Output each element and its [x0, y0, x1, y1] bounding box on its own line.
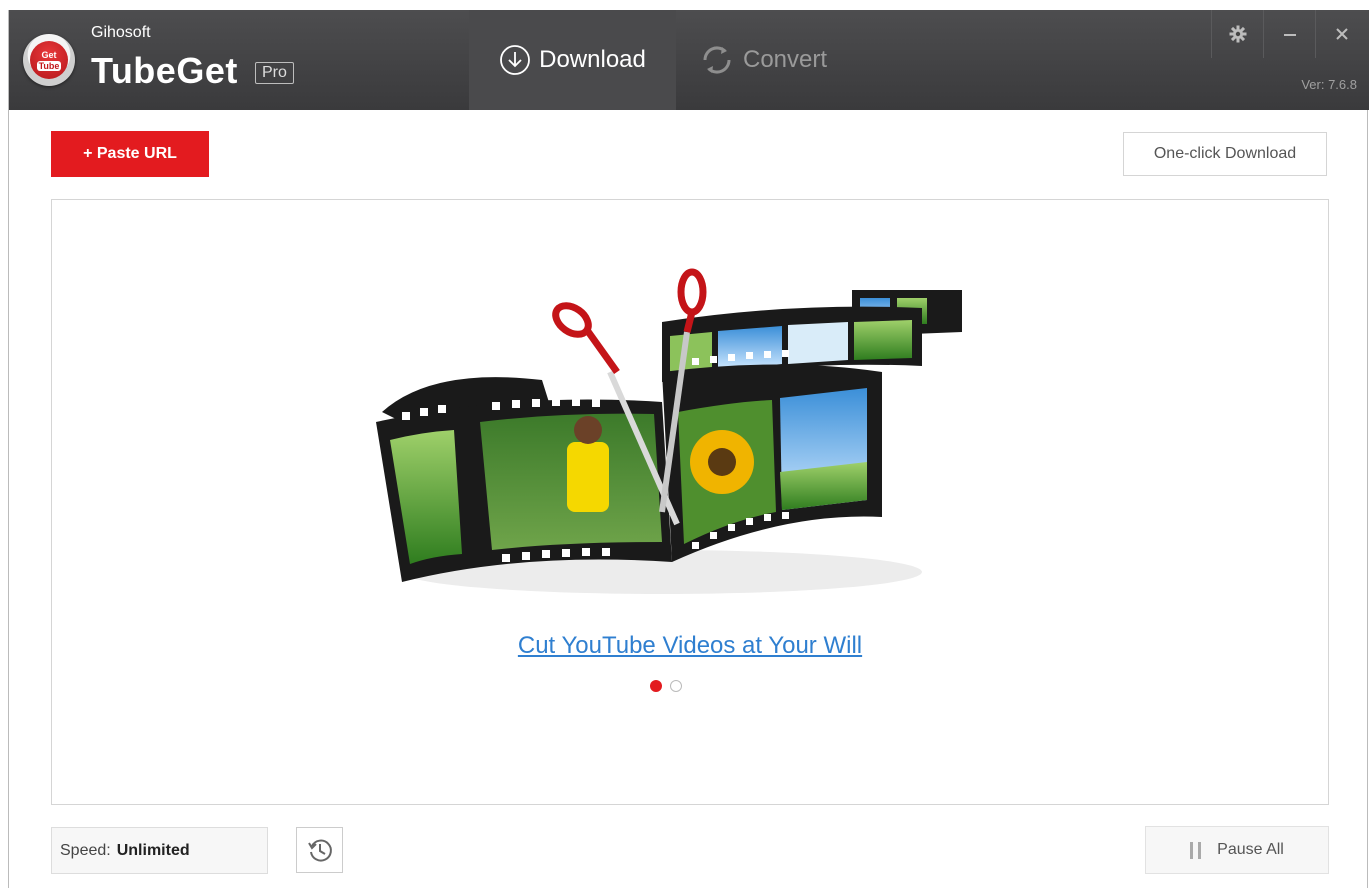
version-label: Ver: 7.6.8 [1301, 77, 1357, 92]
banner-caption: Cut YouTube Videos at Your Will [52, 632, 1328, 660]
carousel-dots [650, 680, 682, 692]
logo-text-tube: Tube [36, 60, 62, 71]
speed-value: Unlimited [116, 841, 190, 859]
speed-label: Speed: [60, 841, 111, 859]
convert-cycle-icon [703, 46, 731, 74]
tab-download[interactable]: Download [469, 10, 676, 110]
vendor-name: Gihosoft [91, 24, 151, 41]
settings-button[interactable] [1211, 10, 1264, 58]
close-button[interactable] [1315, 10, 1368, 58]
edition-badge: Pro [255, 62, 294, 84]
tab-convert-label: Convert [743, 46, 828, 73]
download-circle-icon [500, 45, 531, 75]
paste-url-button[interactable]: + Paste URL [51, 131, 209, 177]
carousel-dot-1[interactable] [650, 680, 662, 692]
logo-badge: Get Tube [30, 41, 68, 79]
app-name: TubeGet [91, 50, 238, 91]
banner-link[interactable]: Cut YouTube Videos at Your Will [518, 632, 862, 659]
logo-text-get: Get [41, 49, 57, 60]
carousel-dot-2[interactable] [670, 680, 682, 692]
minimize-button[interactable] [1263, 10, 1316, 58]
pause-all-button[interactable]: Pause All [1145, 826, 1329, 874]
history-clock-icon [307, 839, 332, 862]
title-bar: Get Tube Gihosoft TubeGet Pro Download C… [9, 10, 1369, 110]
film-strip-banner-image [376, 268, 962, 594]
minimize-icon [1284, 34, 1296, 36]
tab-download-label: Download [539, 46, 646, 73]
pause-icon [1190, 841, 1202, 859]
one-click-download-button[interactable]: One-click Download [1123, 132, 1327, 176]
speed-selector[interactable]: Speed: Unlimited [51, 827, 268, 874]
close-icon [1336, 28, 1348, 40]
gear-icon [1229, 25, 1247, 43]
history-button[interactable] [296, 827, 343, 873]
pause-all-label: Pause All [1217, 841, 1284, 858]
app-window: Get Tube Gihosoft TubeGet Pro Download C… [8, 10, 1369, 888]
download-list-panel: Cut YouTube Videos at Your Will [51, 199, 1329, 805]
tubeget-logo: Get Tube [23, 34, 75, 86]
tab-convert[interactable]: Convert [699, 10, 869, 110]
